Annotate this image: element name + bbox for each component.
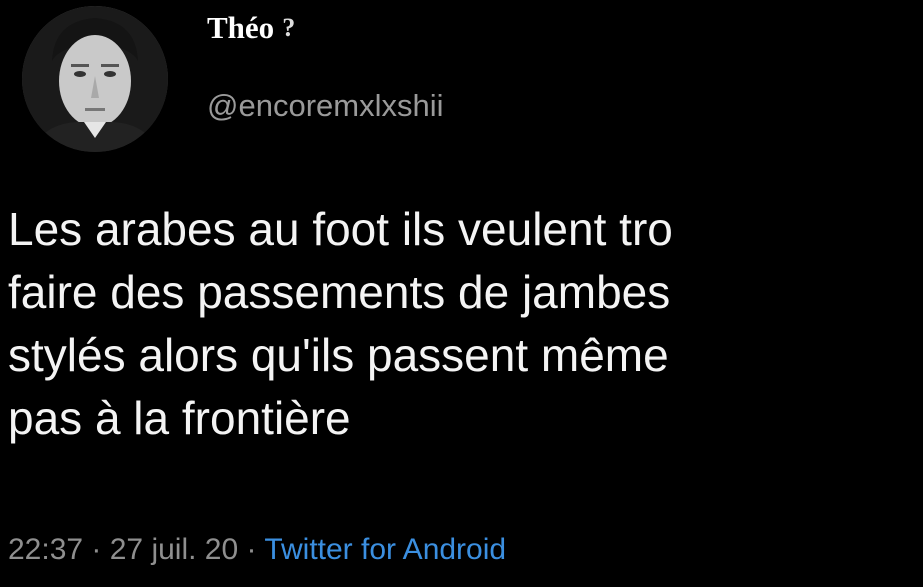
- display-name[interactable]: Théo?: [207, 10, 295, 46]
- tweet-line: pas à la frontière: [8, 392, 351, 444]
- tweet-text: Les arabes au foot ils veulent tro faire …: [8, 198, 923, 450]
- tweet-meta: 22:37 · 27 juil. 20 · Twitter for Androi…: [8, 533, 506, 567]
- tweet-line: faire des passements de jambes: [8, 266, 671, 318]
- meta-separator: ·: [238, 533, 265, 566]
- tweet-source-link[interactable]: Twitter for Android: [264, 533, 506, 566]
- tweet-card: Théo? @encoremxlxshii Les arabes au foot…: [0, 0, 923, 587]
- avatar-portrait-icon: [22, 6, 168, 152]
- meta-separator: ·: [83, 533, 110, 566]
- avatar[interactable]: [22, 6, 168, 152]
- tweet-time[interactable]: 22:37: [8, 533, 83, 566]
- user-handle[interactable]: @encoremxlxshii: [207, 88, 443, 124]
- tweet-line: stylés alors qu'ils passent même: [8, 329, 669, 381]
- emoji-icon: ?: [282, 13, 296, 42]
- tweet-line: Les arabes au foot ils veulent tro: [8, 203, 673, 255]
- tweet-date[interactable]: 27 juil. 20: [110, 533, 238, 566]
- display-name-text: Théo: [207, 10, 275, 45]
